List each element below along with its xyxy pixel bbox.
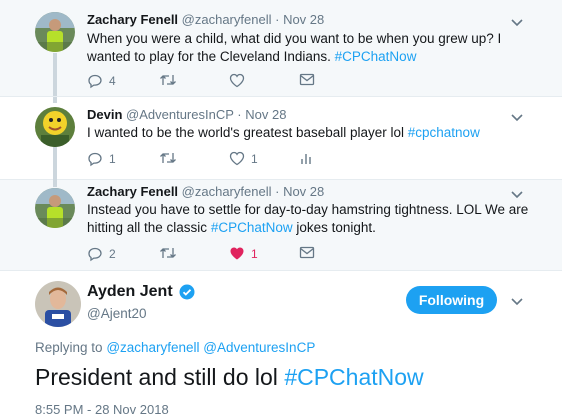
main-tweet-text: President and still do lol #CPChatNow — [35, 364, 424, 391]
main-author-name-text[interactable]: Ayden Jent — [87, 283, 173, 301]
reply-count: 2 — [109, 247, 116, 261]
heart-icon — [229, 73, 245, 88]
tweet-date[interactable]: Nov 28 — [245, 107, 286, 122]
hashtag-link[interactable]: #CPChatNow — [211, 220, 293, 235]
message-icon — [299, 246, 315, 259]
hashtag-link[interactable]: #CPChatNow — [284, 364, 423, 390]
separator-dot: · — [275, 12, 280, 27]
tweet-header: Zachary Fenell @zacharyfenell · Nov 28 — [87, 184, 324, 199]
thread-connector — [53, 147, 57, 187]
author-name[interactable]: Zachary Fenell — [87, 184, 178, 199]
verified-badge-icon — [179, 284, 195, 300]
main-tweet-body: President and still do lol — [35, 364, 285, 390]
avatar[interactable] — [35, 12, 75, 52]
hashtag-link[interactable]: #CPChatNow — [335, 49, 417, 64]
heart-filled-icon — [230, 247, 244, 260]
chevron-down-icon[interactable] — [510, 18, 524, 28]
chevron-down-icon[interactable] — [510, 113, 524, 123]
analytics-icon — [301, 154, 311, 164]
retweet-icon — [160, 153, 176, 163]
tweet-header: Devin @AdventuresInCP · Nov 28 — [87, 107, 286, 122]
chevron-down-icon[interactable] — [510, 297, 524, 307]
replying-prefix: Replying to — [35, 340, 103, 355]
like-button[interactable] — [229, 73, 257, 88]
reply-icon — [88, 247, 102, 262]
retweet-button[interactable] — [159, 246, 189, 260]
direct-message-button[interactable] — [299, 73, 315, 86]
avatar[interactable] — [35, 107, 75, 147]
tweet-text: Instead you have to settle for day-to-da… — [87, 201, 532, 237]
tweet-timestamp[interactable]: 8:55 PM - 28 Nov 2018 — [35, 402, 169, 417]
tweet-3[interactable]: Zachary Fenell @zacharyfenell · Nov 28 I… — [0, 180, 562, 270]
author-name[interactable]: Zachary Fenell — [87, 12, 178, 27]
tweet-text-body: When you were a child, what did you want… — [87, 31, 502, 64]
replying-to-users[interactable]: @zacharyfenell @AdventuresInCP — [106, 340, 315, 355]
like-button[interactable]: 1 — [229, 151, 258, 166]
tweet-2[interactable]: Devin @AdventuresInCP · Nov 28 I wanted … — [0, 97, 562, 179]
following-button[interactable]: Following — [406, 286, 497, 314]
direct-message-button[interactable] — [299, 246, 315, 259]
author-name[interactable]: Devin — [87, 107, 122, 122]
retweet-icon — [160, 248, 176, 258]
main-tweet: Ayden Jent @Ajent20 Following Replying t… — [0, 271, 562, 417]
separator-dot: · — [275, 184, 280, 199]
avatar[interactable] — [35, 188, 75, 228]
author-handle[interactable]: @zacharyfenell — [182, 12, 272, 27]
like-count: 1 — [251, 151, 258, 166]
tweet-text: I wanted to be the world's greatest base… — [87, 124, 532, 142]
separator-dot: · — [237, 107, 242, 122]
main-author-handle[interactable]: @Ajent20 — [87, 306, 147, 321]
retweet-button[interactable] — [159, 73, 189, 87]
chevron-down-icon[interactable] — [510, 190, 524, 200]
reply-button[interactable]: 1 — [87, 151, 116, 167]
tweet-header: Zachary Fenell @zacharyfenell · Nov 28 — [87, 12, 324, 27]
replying-to: Replying to @zacharyfenell @AdventuresIn… — [35, 340, 315, 355]
retweet-button[interactable] — [159, 151, 189, 165]
tweet-1[interactable]: Zachary Fenell @zacharyfenell · Nov 28 W… — [0, 0, 562, 96]
like-button[interactable]: 1 — [229, 246, 258, 261]
analytics-button[interactable] — [299, 151, 313, 165]
tweet-text: When you were a child, what did you want… — [87, 30, 532, 66]
reply-count: 1 — [109, 152, 116, 166]
reply-button[interactable]: 2 — [87, 246, 116, 262]
tweet-date[interactable]: Nov 28 — [283, 12, 324, 27]
reply-button[interactable]: 4 — [87, 73, 116, 89]
hashtag-link[interactable]: #cpchatnow — [408, 125, 480, 140]
like-count: 1 — [251, 246, 258, 261]
avatar[interactable] — [35, 281, 81, 327]
author-handle[interactable]: @AdventuresInCP — [126, 107, 234, 122]
main-author-name[interactable]: Ayden Jent — [87, 283, 195, 301]
author-handle[interactable]: @zacharyfenell — [182, 184, 272, 199]
message-icon — [299, 73, 315, 86]
reply-icon — [88, 152, 102, 167]
retweet-icon — [160, 75, 176, 85]
tweet-text-tail: jokes tonight. — [292, 220, 376, 235]
reply-count: 4 — [109, 74, 116, 88]
reply-icon — [88, 74, 102, 89]
heart-icon — [229, 151, 245, 166]
tweet-text-body: I wanted to be the world's greatest base… — [87, 125, 408, 140]
tweet-date[interactable]: Nov 28 — [283, 184, 324, 199]
